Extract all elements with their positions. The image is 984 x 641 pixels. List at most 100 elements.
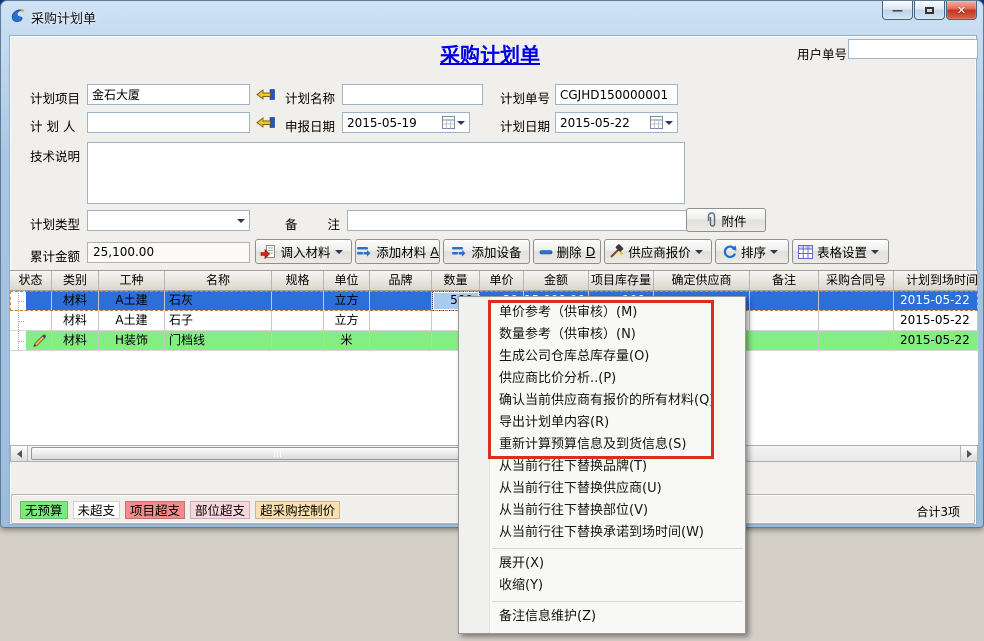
cell[interactable]: 2015-05-22 bbox=[894, 331, 978, 351]
plan-date-input[interactable]: 2015-05-22 bbox=[555, 112, 678, 133]
header-cell[interactable]: 规格 bbox=[272, 271, 324, 290]
cell[interactable]: A土建 bbox=[99, 291, 165, 311]
add-material-button[interactable]: 添加材料A bbox=[355, 239, 440, 264]
window-titlebar[interactable]: 采购计划单 — ✕ bbox=[1, 1, 983, 30]
add-equipment-button[interactable]: 添加设备 bbox=[443, 239, 530, 264]
cell[interactable] bbox=[750, 311, 819, 331]
header-cell[interactable]: 数量 bbox=[432, 271, 480, 290]
calendar-icon[interactable] bbox=[442, 116, 455, 129]
header-cell[interactable]: 备注 bbox=[750, 271, 819, 290]
cell[interactable]: 米 bbox=[324, 331, 370, 351]
cell[interactable] bbox=[272, 331, 324, 351]
tech-note-label: 技术说明 bbox=[30, 146, 80, 165]
sort-button[interactable]: 排序 bbox=[715, 239, 789, 264]
header-cell[interactable]: 状态 bbox=[10, 271, 52, 290]
cell[interactable]: 材料 bbox=[52, 291, 99, 311]
menu-item[interactable]: 备注信息维护(Z) bbox=[459, 606, 745, 628]
menu-item[interactable]: 数量参考（供审核）(N) bbox=[459, 324, 745, 346]
plan-date-value: 2015-05-22 bbox=[556, 116, 650, 130]
close-button[interactable]: ✕ bbox=[946, 1, 977, 20]
cell[interactable] bbox=[370, 331, 432, 351]
left-arrow-icon bbox=[17, 450, 22, 458]
scroll-right-arrow[interactable] bbox=[960, 446, 977, 461]
minimize-button[interactable]: — bbox=[882, 1, 913, 20]
header-cell[interactable]: 确定供应商 bbox=[654, 271, 750, 290]
cell[interactable] bbox=[819, 291, 894, 311]
plan-project-input[interactable] bbox=[87, 84, 250, 105]
attachment-button[interactable]: 附件 bbox=[686, 208, 766, 232]
menu-item[interactable]: 生成公司仓库总库存量(O) bbox=[459, 346, 745, 368]
menu-item[interactable]: 收缩(Y) bbox=[459, 575, 745, 597]
menu-item[interactable]: 单价参考（供审核）(M) bbox=[459, 302, 745, 324]
declare-date-input[interactable]: 2015-05-19 bbox=[342, 112, 470, 133]
cell[interactable]: 2015-05-22 bbox=[894, 291, 978, 311]
cell[interactable] bbox=[750, 291, 819, 311]
cell[interactable]: 材料 bbox=[52, 331, 99, 351]
header-cell[interactable]: 品牌 bbox=[370, 271, 432, 290]
scroll-left-arrow[interactable] bbox=[11, 446, 28, 461]
right-arrow-icon bbox=[967, 450, 972, 458]
chevron-down-icon[interactable] bbox=[665, 121, 673, 125]
menu-item[interactable]: 从当前行往下替换品牌(T) bbox=[459, 456, 745, 478]
cell[interactable]: 材料 bbox=[52, 311, 99, 331]
menu-item[interactable]: 确认当前供应商有报价的所有材料(Q) bbox=[459, 390, 745, 412]
cell[interactable] bbox=[819, 331, 894, 351]
remark-input[interactable] bbox=[347, 210, 691, 231]
cell[interactable] bbox=[370, 291, 432, 311]
cell[interactable]: 立方 bbox=[324, 291, 370, 311]
plan-type-select[interactable] bbox=[87, 210, 250, 231]
cell[interactable]: 门档线 bbox=[165, 331, 272, 351]
tree-expander[interactable] bbox=[10, 311, 26, 330]
cell[interactable] bbox=[819, 311, 894, 331]
cell[interactable]: A土建 bbox=[99, 311, 165, 331]
chevron-down-icon[interactable] bbox=[457, 121, 465, 125]
menu-item[interactable]: 从当前行往下替换承诺到场时间(W) bbox=[459, 522, 745, 544]
supplier-quote-button[interactable]: 供应商报价 bbox=[604, 239, 712, 264]
plan-no-input[interactable] bbox=[555, 84, 678, 105]
cell[interactable] bbox=[272, 311, 324, 331]
menu-item[interactable]: 展开(X) bbox=[459, 553, 745, 575]
window-controls: — ✕ bbox=[882, 1, 977, 20]
menu-item[interactable]: 重新计算预算信息及到货信息(S) bbox=[459, 434, 745, 456]
calendar-icon[interactable] bbox=[650, 116, 663, 129]
header-cell[interactable]: 单价 bbox=[480, 271, 524, 290]
menu-item[interactable]: 供应商比价分析..(P) bbox=[459, 368, 745, 390]
cell[interactable]: 立方 bbox=[324, 311, 370, 331]
menu-item[interactable]: 导出计划单内容(R) bbox=[459, 412, 745, 434]
cell[interactable]: 石子 bbox=[165, 311, 272, 331]
user-no-input[interactable] bbox=[848, 39, 978, 59]
scrollbar-thumb[interactable] bbox=[31, 447, 523, 460]
cell[interactable] bbox=[750, 331, 819, 351]
cell[interactable] bbox=[370, 311, 432, 331]
plan-name-input[interactable] bbox=[342, 84, 483, 105]
cell[interactable] bbox=[272, 291, 324, 311]
picker-hand-icon[interactable] bbox=[256, 115, 276, 131]
picker-hand-icon[interactable] bbox=[256, 87, 276, 103]
import-material-button[interactable]: 调入材料 bbox=[255, 239, 352, 264]
menu-item[interactable]: 从当前行往下替换部位(V) bbox=[459, 500, 745, 522]
header-cell[interactable]: 计划到场时间 bbox=[894, 271, 978, 290]
header-cell[interactable]: 采购合同号 bbox=[819, 271, 894, 290]
row-status-cell[interactable] bbox=[10, 311, 52, 331]
tree-expander[interactable] bbox=[10, 331, 26, 350]
delete-button[interactable]: 删除D bbox=[533, 239, 601, 264]
header-cell[interactable]: 单位 bbox=[324, 271, 370, 290]
tech-note-textarea[interactable] bbox=[87, 142, 685, 204]
maximize-button[interactable] bbox=[914, 1, 945, 20]
header-cell[interactable]: 类别 bbox=[52, 271, 99, 290]
table-header-row[interactable]: 状态 类别 工种 名称 规格 单位 品牌 数量 单价 金额 项目库存量 确定供应… bbox=[10, 271, 978, 291]
button-label: 排序 bbox=[741, 242, 766, 261]
header-cell[interactable]: 项目库存量 bbox=[589, 271, 654, 290]
cell[interactable]: 石灰 bbox=[165, 291, 272, 311]
tree-expander[interactable] bbox=[10, 291, 26, 310]
row-status-cell[interactable] bbox=[10, 291, 52, 311]
header-cell[interactable]: 工种 bbox=[99, 271, 165, 290]
row-status-cell[interactable] bbox=[10, 331, 52, 351]
menu-item[interactable]: 从当前行往下替换供应商(U) bbox=[459, 478, 745, 500]
planner-input[interactable] bbox=[87, 112, 250, 133]
cell[interactable]: 2015-05-22 bbox=[894, 311, 978, 331]
header-cell[interactable]: 金额 bbox=[524, 271, 589, 290]
cell[interactable]: H装饰 bbox=[99, 331, 165, 351]
table-settings-button[interactable]: 表格设置 bbox=[792, 239, 889, 264]
header-cell[interactable]: 名称 bbox=[165, 271, 272, 290]
